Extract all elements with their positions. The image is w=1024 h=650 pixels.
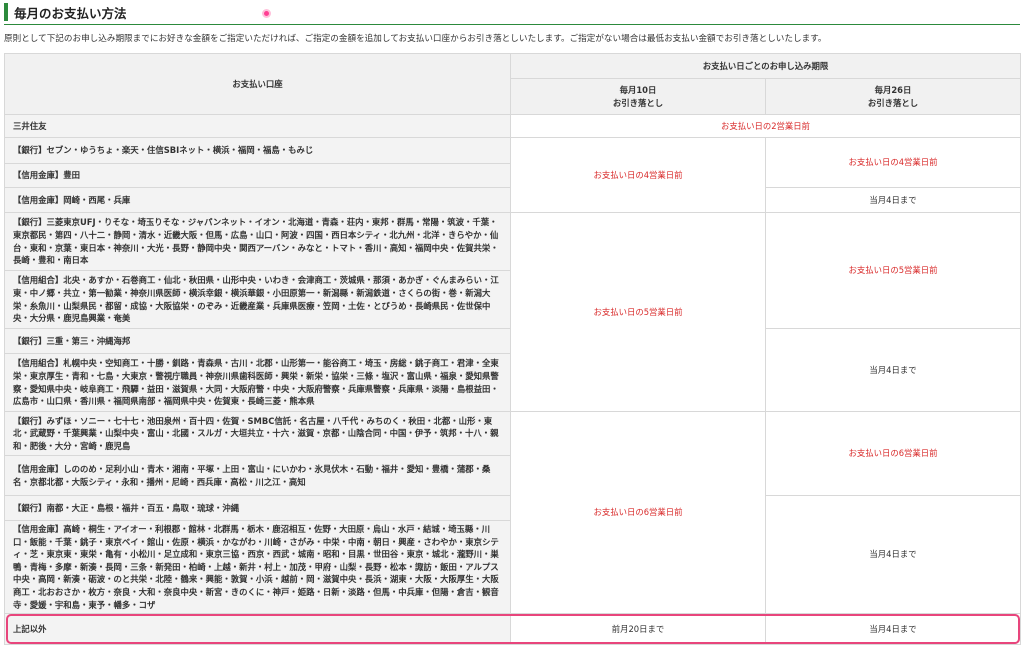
deadline-cell: お支払い日の6営業日前 — [764, 411, 1022, 496]
table-row: 【銀行】セブン・ゆうちょ・楽天・住信SBIネット・横浜・福岡・福島・もみじ — [4, 137, 511, 164]
cursor-marker-icon — [262, 9, 271, 18]
table-row: 【信用組合】北央・あすか・石巻商工・仙北・秋田県・山形中央・いわき・会津商工・茨… — [4, 270, 511, 329]
table-row: 【信用金庫】高崎・桐生・アイオー・利根郡・館林・北群馬・栃木・鹿沼相互・佐野・大… — [4, 519, 511, 615]
table-row: 【銀行】三重・第三・沖縄海邦 — [4, 328, 511, 354]
header-26th: 毎月26日 お引き落とし — [764, 78, 1022, 115]
payment-deadline-table: お支払い口座 お支払い日ごとのお申し込み期限 毎月10日 お引き落とし 毎月26… — [4, 53, 1022, 646]
deadline-cell: お支払い日の5営業日前 — [510, 212, 766, 412]
section-title: 毎月のお支払い方法 — [14, 5, 127, 21]
table-row: 【信用金庫】岡崎・西尾・兵庫 — [4, 187, 511, 213]
header-account: お支払い口座 — [4, 53, 511, 115]
table-row: 三井住友 — [4, 114, 511, 138]
intro-text: 原則として下記のお申し込み期限までにお好きな金額をご指定いただければ、ご指定の金… — [4, 34, 827, 44]
section-header: 毎月のお支払い方法 — [4, 2, 127, 22]
deadline-cell: 当月4日まで — [764, 187, 1022, 213]
table-row-other: 上記以外 — [4, 613, 511, 646]
deadline-cell: お支払い日の2営業日前 — [509, 114, 1022, 138]
deadline-cell: 前月20日まで — [510, 613, 766, 646]
deadline-cell: 当月4日まで — [764, 328, 1022, 412]
table-row: 【信用金庫】しののめ・足利小山・青木・湘南・平塚・上田・富山・にいかわ・氷見伏木… — [4, 455, 511, 496]
deadline-cell: お支払い日の6営業日前 — [510, 410, 766, 615]
table-row: 【信用金庫】豊田 — [4, 163, 511, 188]
deadline-cell: お支払い日の5営業日前 — [764, 212, 1022, 329]
deadline-cell: お支払い日の4営業日前 — [510, 137, 766, 213]
table-row: 【銀行】三菱東京UFJ・りそな・埼玉りそな・ジャパンネット・イオン・北海道・青森… — [4, 212, 511, 271]
header-deadline: お支払い日ごとのお申し込み期限 — [509, 53, 1022, 79]
deadline-cell: 当月4日まで — [764, 494, 1022, 615]
table-row: 【銀行】みずほ・ソニー・七十七・池田泉州・百十四・佐賀・SMBC信託・名古屋・八… — [4, 411, 511, 456]
title-accent-bar — [4, 3, 8, 21]
title-divider — [4, 24, 1020, 25]
deadline-cell: 当月4日まで — [764, 613, 1022, 646]
header-10th: 毎月10日 お引き落とし — [510, 78, 766, 115]
deadline-cell: お支払い日の4営業日前 — [764, 137, 1022, 188]
table-row: 【信用組合】札幌中央・空知商工・十勝・釧路・青森県・古川・北郡・山形第一・能谷商… — [4, 353, 511, 412]
table-row: 【銀行】南都・大正・島根・福井・百五・鳥取・琉球・沖縄 — [4, 495, 511, 521]
